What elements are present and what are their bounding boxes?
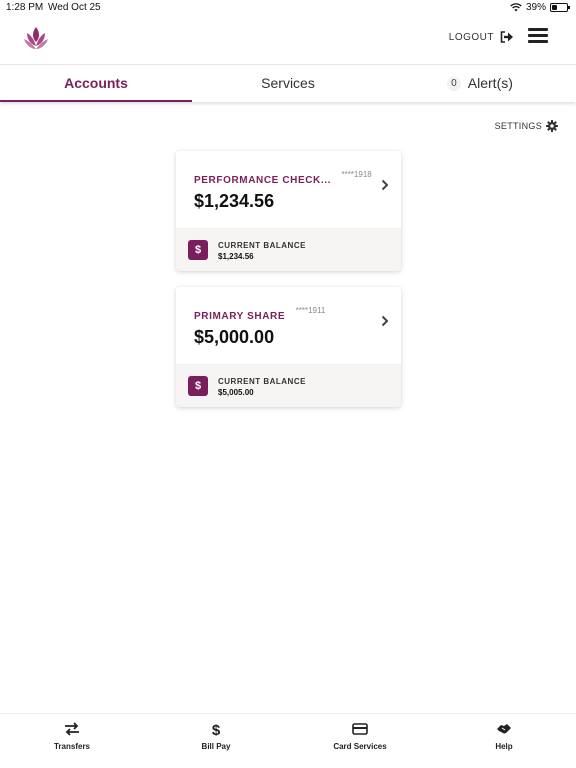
- account-name: PERFORMANCE CHECK...: [194, 175, 332, 186]
- settings-label: SETTINGS: [494, 121, 542, 131]
- bottom-nav: Transfers $ Bill Pay Card Services Help: [0, 713, 576, 768]
- svg-text:$: $: [212, 722, 221, 736]
- account-balance-section: $ CURRENT BALANCE $5,005.00: [176, 364, 401, 407]
- nav-card-services[interactable]: Card Services: [288, 714, 432, 768]
- account-amount: $5,000.00: [194, 327, 275, 347]
- battery-icon: [550, 3, 570, 12]
- battery-percent: 39%: [525, 2, 546, 13]
- tab-accounts[interactable]: Accounts: [0, 65, 192, 102]
- status-bar: 1:28 PM Wed Oct 25 39%: [0, 0, 576, 16]
- brand-logo-icon[interactable]: [22, 24, 50, 52]
- nav-help[interactable]: Help: [432, 714, 576, 768]
- dollar-icon: $: [188, 240, 208, 260]
- tab-services[interactable]: Services: [192, 65, 384, 102]
- app-header: LOGOUT: [0, 16, 576, 64]
- nav-bill-pay-label: Bill Pay: [201, 742, 231, 751]
- nav-help-label: Help: [495, 742, 513, 751]
- tab-accounts-label: Accounts: [64, 75, 128, 91]
- battery-fill: [552, 5, 558, 10]
- menu-line: [528, 40, 548, 43]
- nav-card-services-label: Card Services: [333, 742, 387, 751]
- balance-label: CURRENT BALANCE: [218, 241, 306, 250]
- balance-value: $5,005.00: [218, 388, 254, 397]
- chevron-right-icon: [381, 179, 389, 191]
- credit-card-icon: [352, 723, 368, 735]
- logout-button[interactable]: LOGOUT: [449, 31, 514, 43]
- main-tabs: Accounts Services 0 Alert(s): [0, 64, 576, 102]
- balance-label: CURRENT BALANCE: [218, 377, 306, 386]
- nav-transfers[interactable]: Transfers: [0, 714, 144, 768]
- status-time: 1:28 PM: [6, 2, 44, 13]
- tab-alerts-label: Alert(s): [467, 75, 513, 91]
- chevron-right-icon: [381, 315, 389, 327]
- menu-line: [528, 34, 548, 37]
- account-card-header: PRIMARY SHARE ****1911 $5,000.00: [176, 287, 401, 364]
- status-right: 39%: [510, 2, 570, 13]
- account-card-header: PERFORMANCE CHECK... ****1918 $1,234.56: [176, 151, 401, 228]
- tab-services-label: Services: [261, 75, 315, 91]
- status-date: Wed Oct 25: [48, 2, 101, 13]
- nav-bill-pay[interactable]: $ Bill Pay: [144, 714, 288, 768]
- account-number: ****1911: [295, 306, 326, 315]
- balance-value: $1,234.56: [218, 252, 254, 261]
- settings-button[interactable]: SETTINGS: [495, 120, 558, 132]
- gear-icon: [546, 120, 558, 132]
- dollar-icon: $: [212, 722, 221, 736]
- logout-label: LOGOUT: [448, 31, 494, 43]
- logout-icon: [500, 31, 513, 43]
- account-number: ****1918: [341, 170, 372, 179]
- menu-line: [528, 28, 548, 31]
- account-name: PRIMARY SHARE: [194, 311, 286, 322]
- hamburger-menu-icon[interactable]: [528, 28, 548, 44]
- account-card[interactable]: PERFORMANCE CHECK... ****1918 $1,234.56 …: [176, 151, 401, 271]
- transfer-arrows-icon: [65, 722, 79, 736]
- account-balance-section: $ CURRENT BALANCE $1,234.56: [176, 228, 401, 271]
- handshake-icon: [497, 724, 511, 734]
- dollar-icon: $: [188, 376, 208, 396]
- wifi-icon: [510, 3, 522, 12]
- nav-transfers-label: Transfers: [53, 742, 91, 751]
- account-amount: $1,234.56: [194, 191, 275, 211]
- alert-count-badge: 0: [447, 77, 461, 92]
- tab-alerts[interactable]: 0 Alert(s): [384, 65, 576, 102]
- account-card[interactable]: PRIMARY SHARE ****1911 $5,000.00 $ CURRE…: [176, 287, 401, 407]
